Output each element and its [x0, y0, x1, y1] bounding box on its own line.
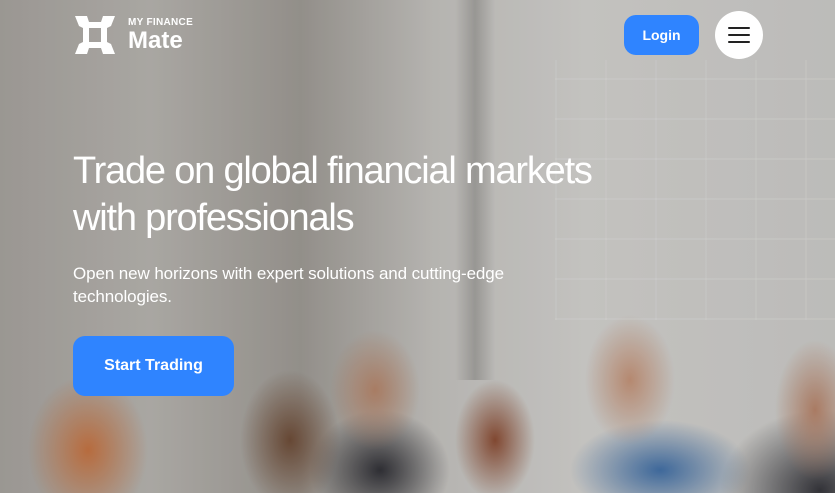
hero-subtitle: Open new horizons with expert solutions …: [73, 262, 633, 308]
brand-tagline: MY FINANCE: [128, 16, 194, 28]
square-frame-logo-icon: [75, 16, 115, 54]
start-trading-button[interactable]: Start Trading: [73, 336, 234, 396]
hero-subtitle-line-1: Open new horizons with expert solutions …: [73, 264, 504, 283]
menu-button[interactable]: [715, 11, 763, 59]
brand-wordmark: MY FINANCE Mate: [128, 16, 194, 54]
brand-logo-link[interactable]: MY FINANCE Mate: [73, 14, 193, 56]
brand-name: Mate: [128, 26, 183, 54]
login-button[interactable]: Login: [624, 15, 699, 55]
hamburger-menu-icon: [728, 27, 750, 43]
hero-headline: Trade on global financial markets with p…: [73, 148, 673, 242]
hero-overlay: [0, 0, 835, 493]
hero-headline-line-2: with professionals: [73, 197, 355, 239]
hero-headline-line-1: Trade on global financial markets: [73, 150, 593, 192]
hero-subtitle-line-2: technologies.: [73, 287, 172, 306]
site-header: MY FINANCE Mate Login: [0, 0, 835, 70]
